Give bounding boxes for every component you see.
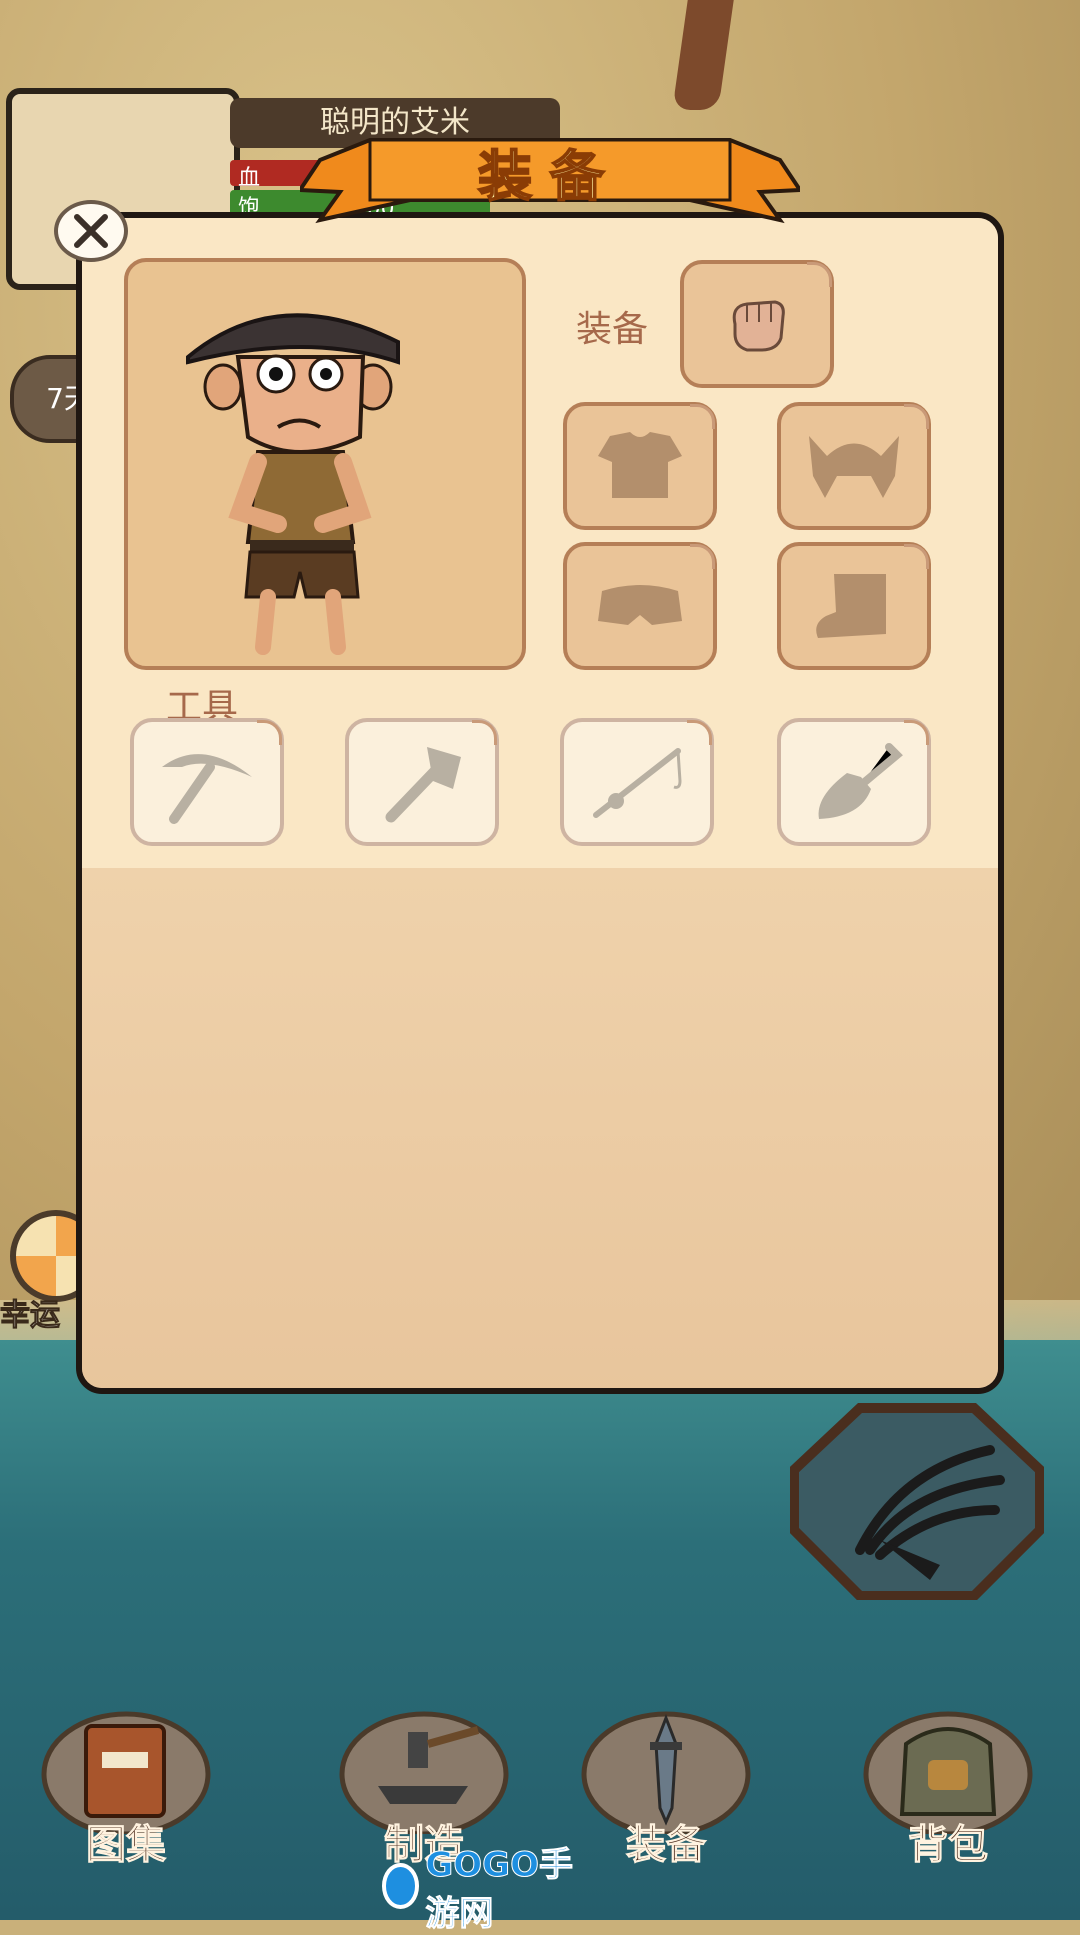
axe-icon [385, 747, 461, 823]
close-icon [74, 214, 108, 248]
nav-equipment-button[interactable]: 装备 [580, 1704, 752, 1869]
tool-slot-shovel[interactable] [777, 718, 931, 846]
shirt-icon [598, 432, 682, 498]
helmet-icon [809, 436, 899, 498]
pants-icon [598, 585, 682, 625]
character-figure-icon [186, 313, 400, 655]
fist-icon [732, 300, 785, 352]
armor-slot-pants[interactable] [563, 542, 717, 670]
tool-slot-pickaxe[interactable] [130, 718, 284, 846]
armor-slot-helmet[interactable] [777, 402, 931, 530]
nav-backpack-label: 背包 [908, 1822, 989, 1869]
shovel-icon [818, 743, 903, 819]
armor-slot-body[interactable] [563, 402, 717, 530]
armor-slot-boots[interactable] [777, 542, 931, 670]
title-banner-text-wrap: 装备 [300, 120, 800, 232]
nav-backpack-button[interactable]: 背包 [862, 1704, 1034, 1869]
watermark: GOGO手游网 [382, 1845, 592, 1935]
tool-slot-fishing-rod[interactable] [560, 718, 714, 846]
tool-slot-axe[interactable] [345, 718, 499, 846]
equipment-empty-area [82, 868, 998, 1388]
nav-collection-label: 图集 [86, 1822, 167, 1869]
nav-collection-button[interactable]: 图集 [40, 1704, 212, 1869]
close-button[interactable] [54, 200, 128, 262]
panel-title: 装备 [477, 144, 622, 209]
claw-weapon-icon [789, 1403, 1045, 1601]
character-portrait [124, 258, 526, 670]
weapon-slot[interactable] [680, 260, 834, 388]
nav-equipment-label: 装备 [626, 1822, 707, 1869]
watermark-text: GOGO手游网 [425, 1845, 574, 1935]
fishing-rod-icon [593, 748, 682, 818]
boot-icon [816, 574, 886, 638]
attack-button[interactable] [789, 1400, 1045, 1601]
lucky-label: 幸运 [0, 1298, 61, 1334]
watermark-logo-icon [382, 1863, 420, 1909]
pickaxe-icon [162, 754, 252, 824]
equipment-section-label: 装备 [576, 309, 649, 350]
